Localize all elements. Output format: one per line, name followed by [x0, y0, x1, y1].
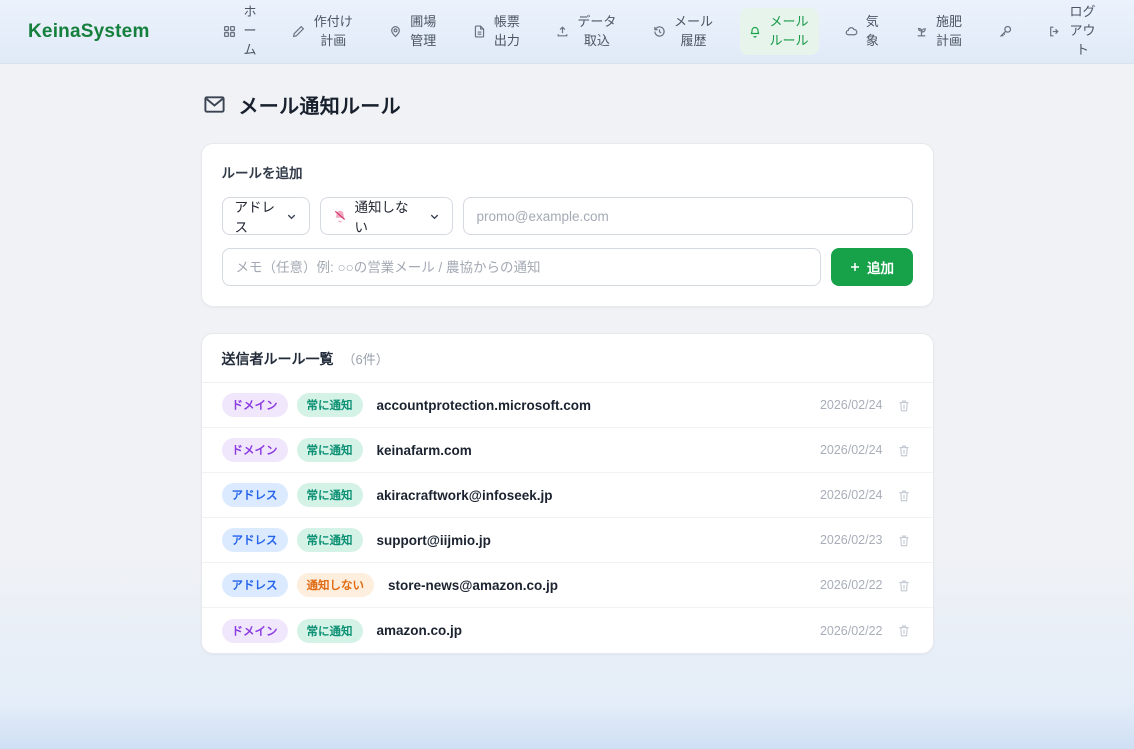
nav-item-home[interactable]: ホーム [214, 0, 267, 65]
nav-item-label: 作付け計画 [312, 13, 354, 51]
add-rule-card: ルールを追加 アドレス 通知しない [201, 143, 934, 307]
key-icon [998, 24, 1013, 39]
nav-item-field-management[interactable]: 圃場管理 [380, 8, 447, 56]
pencil-icon [292, 25, 305, 38]
rule-date: 2026/02/24 [820, 443, 883, 457]
rule-value: amazon.co.jp [377, 623, 463, 638]
add-button-label: 追加 [867, 257, 894, 277]
rule-date: 2026/02/22 [820, 578, 883, 592]
rule-notify-badge: 常に通知 [297, 393, 363, 417]
nav-item-planting-plan[interactable]: 作付け計画 [283, 8, 363, 56]
rule-value: keinafarm.com [377, 443, 472, 458]
nav-item-mail-history[interactable]: メール履歴 [644, 8, 724, 56]
delete-rule-button[interactable] [895, 531, 913, 550]
rule-notify-badge: 常に通知 [297, 619, 363, 643]
chevron-down-icon [429, 211, 440, 222]
rule-type-badge: ドメイン [222, 619, 288, 643]
nav-item-label: ホーム [243, 3, 258, 60]
rule-notify-badge: 通知しない [297, 573, 375, 597]
grid-icon [223, 25, 236, 38]
rule-type-badge: アドレス [222, 573, 288, 597]
delete-rule-button[interactable] [895, 486, 913, 505]
page-title-text: メール通知ルール [239, 90, 401, 119]
rule-type-select[interactable]: アドレス [222, 197, 310, 235]
nav-item-key[interactable] [989, 19, 1022, 44]
add-rule-button[interactable]: 追加 [831, 248, 913, 286]
rule-type-badge: ドメイン [222, 393, 288, 417]
logout-icon [1048, 25, 1061, 38]
delete-rule-button[interactable] [895, 441, 913, 460]
notify-mode-select[interactable]: 通知しない [320, 197, 453, 235]
top-navbar: KeinaSystem ホーム 作付け計画 圃場管理 帳票出力 [0, 0, 1134, 64]
map-pin-icon [389, 25, 402, 38]
nav-item-report-output[interactable]: 帳票出力 [464, 8, 531, 56]
rule-value: support@iijmio.jp [377, 533, 491, 548]
rule-row: ドメイン 常に通知 amazon.co.jp 2026/02/22 [202, 608, 933, 653]
rule-row: ドメイン 常に通知 accountprotection.microsoft.co… [202, 383, 933, 428]
add-rule-heading: ルールを追加 [222, 162, 913, 182]
history-icon [653, 25, 666, 38]
rule-type-badge: アドレス [222, 528, 288, 552]
rule-notify-badge: 常に通知 [297, 528, 363, 552]
nav-item-label: 圃場管理 [409, 13, 438, 51]
rule-notify-badge: 常に通知 [297, 438, 363, 462]
upload-icon [556, 25, 569, 38]
rule-type-badge: アドレス [222, 483, 288, 507]
nav-item-data-import[interactable]: データ取込 [547, 8, 627, 56]
sender-rules-count: （6件） [343, 349, 389, 368]
rule-value: store-news@amazon.co.jp [388, 578, 558, 593]
delete-rule-button[interactable] [895, 396, 913, 415]
envelope-icon [203, 93, 226, 116]
add-rule-row1: アドレス 通知しない [222, 197, 913, 235]
plus-icon [849, 261, 861, 273]
rule-type-value: アドレス [235, 196, 277, 236]
delete-rule-button[interactable] [895, 576, 913, 595]
nav-item-logout[interactable]: ログアウト [1039, 0, 1106, 65]
cloud-icon [845, 25, 858, 38]
sender-rules-header: 送信者ルール一覧 （6件） [202, 334, 933, 383]
nav-item-fertilizer-plan[interactable]: 施肥計画 [906, 8, 973, 56]
delete-rule-button[interactable] [895, 621, 913, 640]
bell-slash-icon [333, 209, 347, 223]
nav-item-label: 帳票出力 [493, 13, 522, 51]
rule-date: 2026/02/24 [820, 398, 883, 412]
rule-type-badge: ドメイン [222, 438, 288, 462]
memo-input[interactable] [222, 248, 821, 286]
rule-row: ドメイン 常に通知 keinafarm.com 2026/02/24 [202, 428, 933, 473]
nav-item-label: メール履歴 [673, 13, 715, 51]
sprout-icon [915, 25, 928, 38]
notify-mode-value: 通知しない [355, 196, 420, 236]
nav-items: ホーム 作付け計画 圃場管理 帳票出力 データ取込 [214, 0, 1106, 65]
document-icon [473, 25, 486, 38]
bell-icon [749, 26, 761, 38]
nav-item-weather[interactable]: 気象 [836, 8, 889, 56]
nav-item-label: ログアウト [1068, 3, 1097, 60]
rule-value: accountprotection.microsoft.com [377, 398, 592, 413]
rule-value: akiracraftwork@infoseek.jp [377, 488, 553, 503]
nav-item-label: データ取込 [576, 13, 618, 51]
brand-logo: KeinaSystem [28, 21, 150, 43]
main-content: メール通知ルール ルールを追加 アドレス 通知しない [201, 64, 934, 654]
rule-date: 2026/02/23 [820, 533, 883, 547]
rule-row: アドレス 通知しない store-news@amazon.co.jp 2026/… [202, 563, 933, 608]
nav-item-mail-rules[interactable]: メールルール [740, 8, 819, 56]
add-rule-row2: 追加 [222, 248, 913, 286]
sender-rules-heading: 送信者ルール一覧 [222, 349, 334, 369]
rule-date: 2026/02/22 [820, 624, 883, 638]
chevron-down-icon [286, 211, 297, 222]
nav-item-label: 気象 [865, 13, 880, 51]
email-pattern-input[interactable] [463, 197, 913, 235]
sender-rules-card: 送信者ルール一覧 （6件） ドメイン 常に通知 accountprotectio… [201, 333, 934, 654]
rule-date: 2026/02/24 [820, 488, 883, 502]
nav-item-label: 施肥計画 [935, 13, 964, 51]
rule-row: アドレス 常に通知 akiracraftwork@infoseek.jp 202… [202, 473, 933, 518]
page-title: メール通知ルール [201, 90, 934, 119]
nav-item-label: メールルール [768, 13, 810, 51]
rule-notify-badge: 常に通知 [297, 483, 363, 507]
rule-row: アドレス 常に通知 support@iijmio.jp 2026/02/23 [202, 518, 933, 563]
